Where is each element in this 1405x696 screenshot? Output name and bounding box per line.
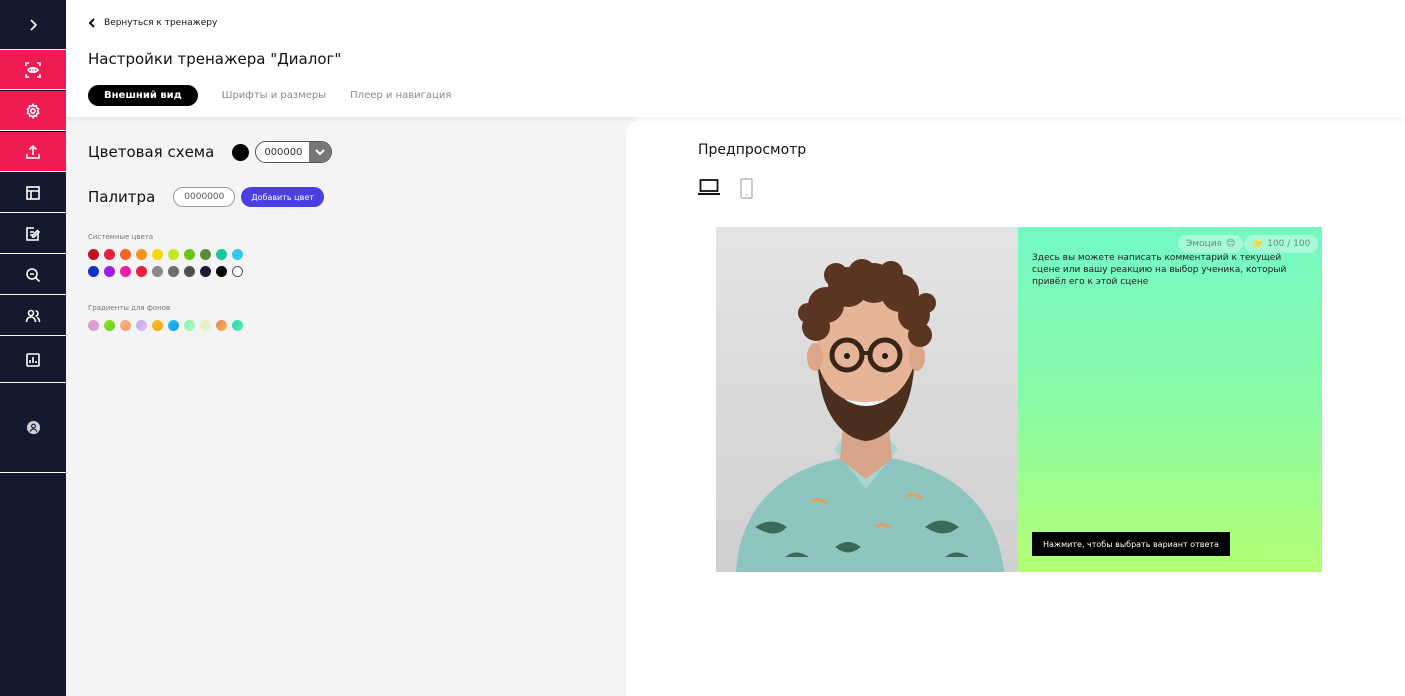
star-icon: ⭐: [1252, 239, 1264, 249]
gradients-label: Градиенты для фонов: [88, 304, 171, 312]
gradient-swatch[interactable]: [88, 320, 99, 331]
sidebar-item-edit[interactable]: [0, 214, 66, 254]
mobile-icon: [740, 178, 753, 199]
system-color-swatch[interactable]: [216, 249, 227, 260]
settings-tabs: Внешний вид Шрифты и размеры Плеер и нав…: [88, 85, 451, 106]
color-scheme-value: 000000: [264, 146, 303, 158]
gradient-swatch[interactable]: [184, 320, 195, 331]
chat-search-icon: [26, 267, 41, 282]
emotion-emoji-icon: 😊: [1225, 239, 1236, 249]
mobile-view-button[interactable]: [740, 178, 754, 204]
system-color-swatch[interactable]: [200, 249, 211, 260]
back-link-label: Вернуться к тренажеру: [104, 18, 218, 28]
system-color-swatch[interactable]: [120, 249, 131, 260]
sidebar-item-preview[interactable]: [0, 50, 66, 90]
sidebar-item-profile[interactable]: [0, 383, 66, 473]
sidebar: [0, 0, 66, 696]
gradient-swatch[interactable]: [232, 320, 243, 331]
gradient-swatch[interactable]: [200, 320, 211, 331]
system-color-swatch[interactable]: [168, 249, 179, 260]
header: Вернуться к тренажеру Настройки тренажер…: [66, 0, 1405, 117]
system-colors-row-2: [88, 266, 243, 277]
gradient-swatch[interactable]: [152, 320, 163, 331]
chevron-right-icon: [30, 18, 38, 31]
color-scheme-dropdown-button[interactable]: [308, 142, 331, 162]
sidebar-item-publish[interactable]: [0, 132, 66, 172]
system-color-swatch[interactable]: [88, 266, 99, 277]
system-colors-label: Системные цвета: [88, 233, 154, 241]
system-color-swatch[interactable]: [152, 249, 163, 260]
color-scheme-select[interactable]: 000000: [255, 141, 332, 163]
system-color-swatch[interactable]: [216, 266, 227, 277]
gradient-swatch[interactable]: [104, 320, 115, 331]
eye-scan-icon: [25, 61, 41, 78]
system-color-swatch[interactable]: [104, 266, 115, 277]
character-photo: [716, 227, 1018, 572]
system-color-swatch[interactable]: [136, 249, 147, 260]
palette-color-input[interactable]: 0000000: [173, 187, 236, 207]
system-color-swatch[interactable]: [152, 266, 163, 277]
choose-answer-button[interactable]: Нажмите, чтобы выбрать вариант ответа: [1032, 532, 1230, 556]
system-color-swatch[interactable]: [184, 249, 195, 260]
scene-comment: Здесь вы можете написать комментарий к т…: [1032, 253, 1287, 287]
edit-list-icon: [26, 226, 41, 241]
color-scheme-row: Цветовая схема 000000: [88, 141, 332, 163]
palette-row: Палитра 0000000 Добавить цвет: [88, 187, 324, 207]
scene-background-gradient: Эмоция 😊 ⭐ 100 / 100 Здесь вы можете нап…: [1018, 227, 1322, 572]
emotion-badge: Эмоция 😊: [1178, 235, 1244, 253]
tab-player-navigation[interactable]: Плеер и навигация: [350, 86, 451, 105]
laptop-icon: [698, 179, 720, 195]
add-color-button[interactable]: Добавить цвет: [241, 187, 324, 207]
upload-icon: [26, 144, 40, 159]
gradient-swatches: [88, 320, 243, 331]
sidebar-item-settings[interactable]: [0, 91, 66, 131]
tab-fonts-sizes[interactable]: Шрифты и размеры: [222, 86, 326, 105]
sidebar-item-users[interactable]: [0, 296, 66, 336]
color-scheme-swatch[interactable]: [232, 143, 250, 161]
score-value: 100 / 100: [1267, 239, 1311, 249]
system-colors-row-1: [88, 249, 243, 260]
character-illustration: [736, 259, 1004, 572]
preview-panel: Предпросмотр Эмоция 😊 ⭐ 100 / 100 Здесь …: [626, 120, 1405, 696]
expand-sidebar-button[interactable]: [0, 0, 66, 50]
system-color-swatch[interactable]: [184, 266, 195, 277]
system-color-swatch[interactable]: [168, 266, 179, 277]
sidebar-item-layout[interactable]: [0, 173, 66, 213]
chevron-left-icon: [88, 18, 95, 28]
gradient-swatch[interactable]: [136, 320, 147, 331]
user-avatar-icon: [26, 420, 40, 435]
preview-title: Предпросмотр: [698, 142, 807, 158]
system-color-swatch[interactable]: [104, 249, 115, 260]
scene-preview: Эмоция 😊 ⭐ 100 / 100 Здесь вы можете нап…: [716, 227, 1322, 572]
sidebar-item-statistics[interactable]: [0, 337, 66, 383]
palette-label: Палитра: [88, 188, 156, 206]
tab-appearance[interactable]: Внешний вид: [88, 85, 198, 106]
gradient-swatch[interactable]: [168, 320, 179, 331]
gradient-swatch[interactable]: [216, 320, 227, 331]
back-link[interactable]: Вернуться к тренажеру: [88, 18, 217, 28]
layout-icon: [26, 185, 40, 200]
stats-icon: [26, 352, 40, 367]
gear-icon: [26, 102, 40, 119]
appearance-panel: Цветовая схема 000000 Палитра 0000000 До…: [66, 117, 636, 696]
users-icon: [25, 309, 41, 322]
system-color-swatch[interactable]: [232, 266, 243, 277]
system-color-swatch[interactable]: [232, 249, 243, 260]
emotion-label: Эмоция: [1186, 239, 1222, 249]
chevron-down-icon: [314, 149, 325, 156]
system-color-swatch[interactable]: [200, 266, 211, 277]
gradient-swatch[interactable]: [120, 320, 131, 331]
system-color-swatch[interactable]: [88, 249, 99, 260]
desktop-view-button[interactable]: [698, 178, 720, 200]
score-badge: ⭐ 100 / 100: [1244, 235, 1319, 253]
color-scheme-label: Цветовая схема: [88, 143, 215, 161]
sidebar-item-dialogs[interactable]: [0, 255, 66, 295]
system-color-swatch[interactable]: [120, 266, 131, 277]
page-title: Настройки тренажера "Диалог": [88, 50, 342, 68]
system-color-swatch[interactable]: [136, 266, 147, 277]
